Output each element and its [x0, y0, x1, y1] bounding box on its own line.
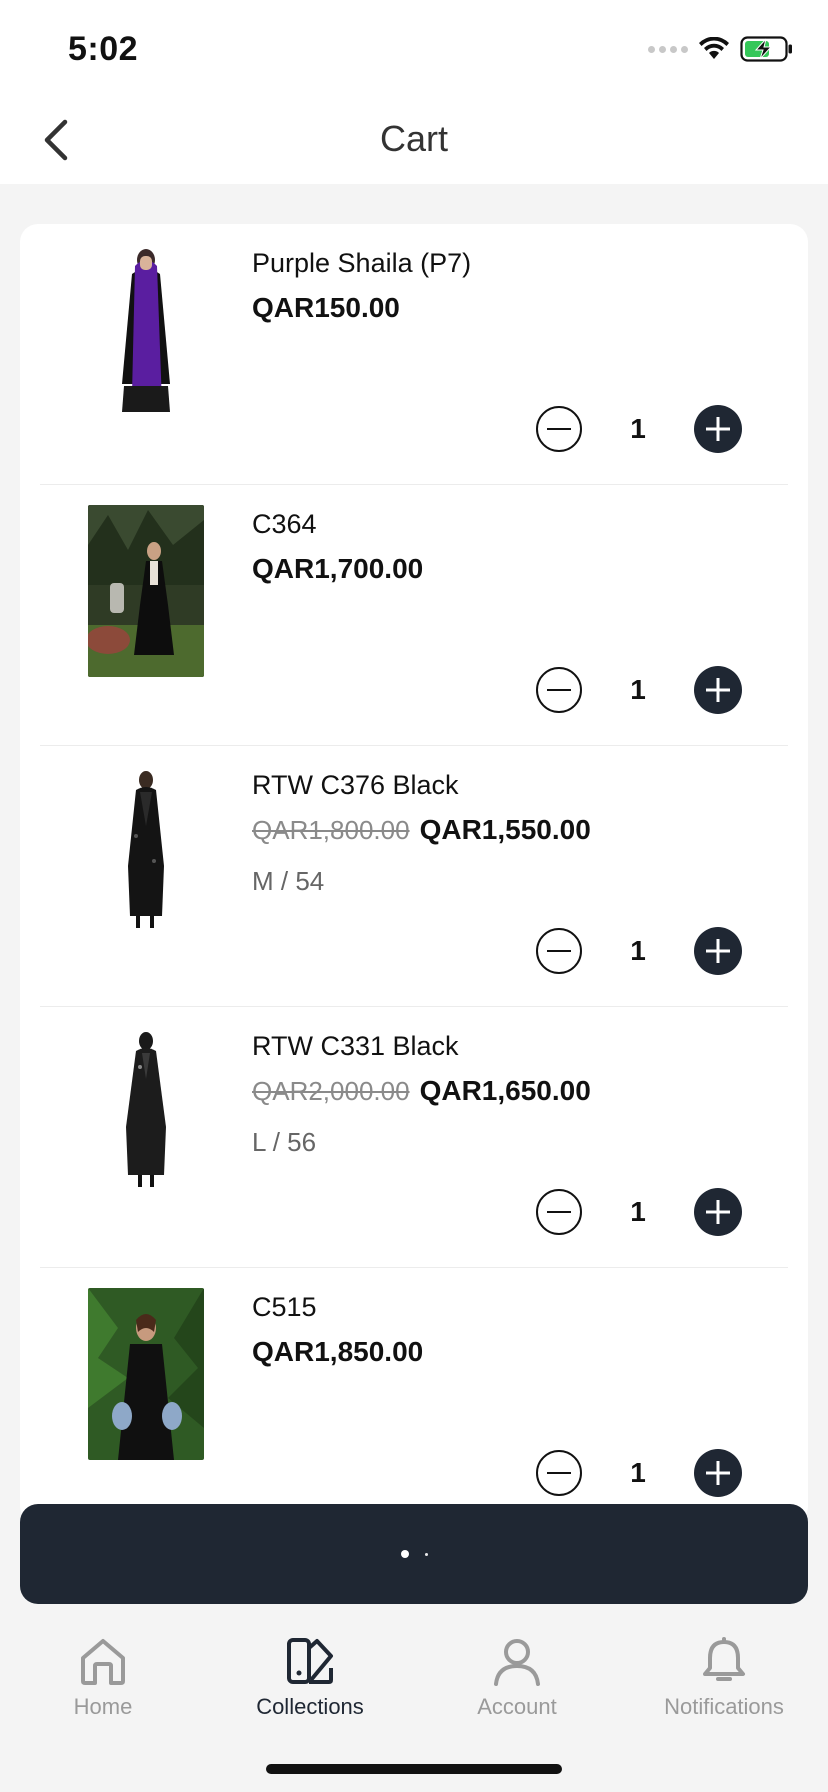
quantity-stepper: 1 — [536, 927, 742, 975]
quantity-stepper: 1 — [536, 666, 742, 714]
product-title: C515 — [252, 1292, 317, 1322]
increase-quantity-button[interactable] — [694, 666, 742, 714]
product-image-c364[interactable] — [88, 505, 204, 677]
product-price: QAR1,700.00 — [252, 553, 424, 584]
quantity-stepper: 1 — [536, 1188, 742, 1236]
decrease-quantity-button[interactable] — [536, 928, 582, 974]
price-row: QAR1,850.00 — [252, 1336, 423, 1368]
price-row: QAR1,700.00 — [252, 553, 423, 585]
decrease-quantity-button[interactable] — [536, 667, 582, 713]
cart-screen: 5:02 Cart Purple Shaila (P7) QAR150.00 1… — [0, 0, 828, 1792]
product-variant: L / 56 — [252, 1127, 317, 1157]
home-indicator[interactable] — [266, 1764, 562, 1774]
price-row: QAR2,000.00 QAR1,650.00 — [252, 1075, 591, 1107]
product-image-purple-shaila[interactable] — [88, 244, 204, 416]
original-price: QAR2,000.00 — [252, 1076, 410, 1106]
original-price: QAR1,800.00 — [252, 815, 410, 845]
increase-quantity-button[interactable] — [694, 405, 742, 453]
increase-quantity-button[interactable] — [694, 1449, 742, 1497]
account-icon — [494, 1639, 540, 1686]
bell-icon — [703, 1637, 745, 1681]
tab-collections[interactable]: Collections — [210, 1636, 410, 1720]
tab-label: Collections — [256, 1694, 364, 1719]
decrease-quantity-button[interactable] — [536, 1450, 582, 1496]
status-icons — [648, 34, 794, 64]
battery-charging-icon — [740, 36, 792, 62]
product-title: RTW C331 Black — [252, 1031, 459, 1061]
quantity-value: 1 — [630, 1196, 646, 1227]
quantity-stepper: 1 — [536, 1449, 742, 1497]
top-bar: 5:02 Cart — [0, 0, 828, 184]
quantity-value: 1 — [630, 674, 646, 705]
increase-quantity-button[interactable] — [694, 927, 742, 975]
cellular-signal-icon — [648, 45, 688, 53]
product-image-rtw-c376-black[interactable] — [88, 766, 204, 938]
cart-item: RTW C376 Black QAR1,800.00 QAR1,550.00 M… — [40, 746, 788, 1007]
increase-quantity-button[interactable] — [694, 1188, 742, 1236]
collections-icon — [287, 1638, 333, 1684]
price-row: QAR150.00 — [252, 292, 400, 324]
product-price: QAR1,850.00 — [252, 1336, 424, 1367]
tab-notifications[interactable]: Notifications — [624, 1636, 824, 1720]
decrease-quantity-button[interactable] — [536, 1189, 582, 1235]
checkout-button[interactable] — [20, 1504, 808, 1604]
tab-label: Home — [73, 1694, 133, 1719]
quantity-value: 1 — [630, 413, 646, 444]
wifi-icon — [699, 37, 729, 59]
product-image-rtw-c331-black[interactable] — [88, 1027, 204, 1199]
tab-label: Notifications — [664, 1694, 784, 1719]
product-price: QAR1,550.00 — [419, 814, 591, 845]
page-title: Cart — [379, 118, 448, 159]
product-price: QAR1,650.00 — [419, 1075, 591, 1106]
product-title: Purple Shaila (P7) — [252, 248, 472, 278]
status-time: 5:02 — [68, 30, 139, 68]
product-title: RTW C376 Black — [252, 770, 459, 800]
home-icon — [81, 1639, 125, 1685]
product-price: QAR150.00 — [252, 292, 400, 323]
loading-indicator-dot — [424, 1552, 428, 1556]
quantity-value: 1 — [630, 1457, 646, 1488]
tab-home[interactable]: Home — [3, 1636, 203, 1720]
cart-list: Purple Shaila (P7) QAR150.00 1 C364 QAR1… — [20, 224, 808, 1524]
decrease-quantity-button[interactable] — [536, 406, 582, 452]
price-row: QAR1,800.00 QAR1,550.00 — [252, 814, 591, 846]
loading-indicator-dot — [400, 1550, 409, 1558]
cart-item: Purple Shaila (P7) QAR150.00 1 — [40, 224, 788, 485]
cart-item: C364 QAR1,700.00 1 — [40, 485, 788, 746]
product-title: C364 — [252, 509, 317, 539]
cart-item: C515 QAR1,850.00 1 — [40, 1268, 788, 1524]
quantity-stepper: 1 — [536, 405, 742, 453]
product-image-c515[interactable] — [88, 1288, 204, 1460]
cart-item: RTW C331 Black QAR2,000.00 QAR1,650.00 L… — [40, 1007, 788, 1268]
tab-label: Account — [477, 1694, 557, 1719]
tab-account[interactable]: Account — [417, 1636, 617, 1720]
quantity-value: 1 — [630, 935, 646, 966]
product-variant: M / 54 — [252, 866, 325, 896]
